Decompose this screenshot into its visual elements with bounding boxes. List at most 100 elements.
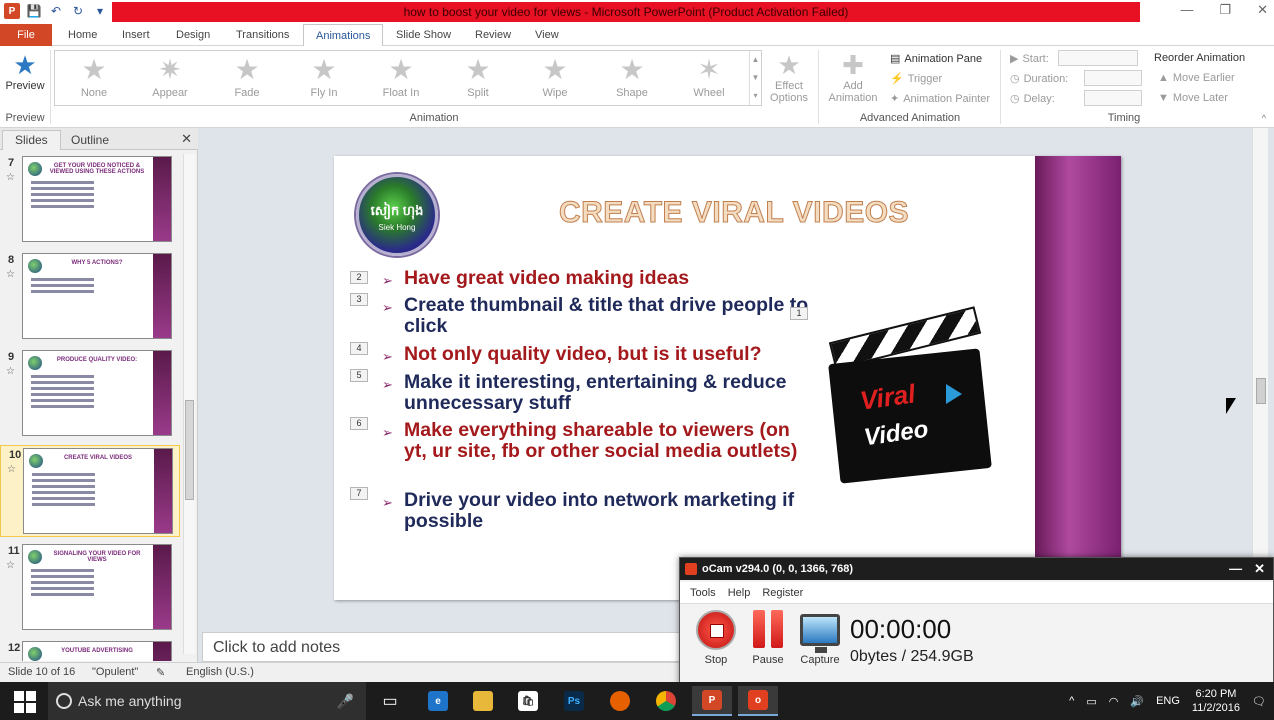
duration-spinner[interactable] bbox=[1084, 70, 1142, 86]
slides-scroll-thumb[interactable] bbox=[185, 400, 194, 500]
add-animation-button[interactable]: ✚ Add Animation bbox=[824, 50, 882, 104]
bullet-item[interactable]: ➢ Have great video making ideas bbox=[382, 268, 814, 289]
delay-spinner[interactable] bbox=[1084, 90, 1142, 106]
animation-pane-label: Animation Pane bbox=[904, 52, 983, 65]
slide-thumb-7[interactable]: 7 ☆ GET YOUR VIDEO NOTICED & VIEWED USING… bbox=[0, 154, 180, 246]
anim-label: Wipe bbox=[542, 87, 568, 99]
close-pane-icon[interactable]: ✕ bbox=[181, 131, 192, 147]
trigger-button[interactable]: ⚡ Trigger bbox=[890, 72, 942, 86]
clock[interactable]: 6:20 PM 11/2/2016 bbox=[1192, 687, 1240, 715]
volume-icon[interactable]: 🔊 bbox=[1130, 695, 1144, 708]
tab-file[interactable]: File bbox=[0, 24, 52, 46]
bullet-item[interactable]: ➢ Make it interesting, entertaining & red… bbox=[382, 372, 814, 414]
anim-none[interactable]: ★ None bbox=[59, 53, 129, 99]
ocam-taskbar-icon[interactable]: o bbox=[738, 686, 778, 716]
close-icon[interactable]: ✕ bbox=[1254, 558, 1265, 580]
tab-design[interactable]: Design bbox=[164, 24, 222, 46]
anim-label: Float In bbox=[382, 87, 420, 99]
language-indicator[interactable]: English (U.S.) bbox=[186, 666, 254, 678]
tab-view[interactable]: View bbox=[523, 24, 571, 46]
redo-icon[interactable]: ↻ bbox=[70, 3, 86, 19]
stop-button[interactable]: Stop bbox=[692, 610, 740, 666]
slide-title[interactable]: CREATE VIRAL VIDEOS bbox=[534, 196, 934, 230]
anim-appear[interactable]: ✷ Appear bbox=[135, 53, 205, 99]
photoshop-icon[interactable]: Ps bbox=[554, 686, 594, 716]
capture-button[interactable]: Capture bbox=[796, 610, 844, 666]
task-view-icon[interactable]: ▭ bbox=[370, 686, 410, 716]
tab-insert[interactable]: Insert bbox=[110, 24, 162, 46]
star-icon: ★ bbox=[542, 54, 568, 85]
collapse-ribbon-icon[interactable]: ^ bbox=[1262, 113, 1266, 123]
anim-split[interactable]: ★ Split bbox=[443, 53, 513, 99]
customize-qat-icon[interactable]: ▾ bbox=[92, 3, 108, 19]
anim-fly-in[interactable]: ★ Fly In bbox=[289, 53, 359, 99]
slide-thumb-8[interactable]: 8 ☆ WHY 5 ACTIONS? bbox=[0, 251, 180, 343]
restore-icon[interactable]: ❐ bbox=[1219, 2, 1231, 18]
bullet-item[interactable]: ➢ Not only quality video, but is it usefu… bbox=[382, 344, 814, 365]
slide-scroll-thumb[interactable] bbox=[1256, 378, 1266, 404]
divider bbox=[50, 50, 51, 124]
anim-fade[interactable]: ★ Fade bbox=[212, 53, 282, 99]
slide-number: 11 bbox=[8, 545, 20, 557]
animation-painter-button[interactable]: ✦ Animation Painter bbox=[890, 92, 990, 106]
notes-pane[interactable]: Click to add notes bbox=[202, 632, 682, 662]
chrome-icon[interactable] bbox=[646, 686, 686, 716]
bullet-item[interactable]: ➢ Create thumbnail & title that drive peo… bbox=[382, 295, 814, 337]
anim-wipe[interactable]: ★ Wipe bbox=[520, 53, 590, 99]
powerpoint-taskbar-icon[interactable]: P bbox=[692, 686, 732, 716]
windows-start-icon[interactable] bbox=[14, 691, 36, 713]
spellcheck-icon[interactable]: ✎ bbox=[156, 666, 165, 679]
slide-thumb-9[interactable]: 9 ☆ PRODUCE QUALITY VIDEO: bbox=[0, 348, 180, 440]
tab-slide-show[interactable]: Slide Show bbox=[384, 24, 463, 46]
tab-outline[interactable]: Outline bbox=[58, 130, 122, 150]
slide-thumb-10[interactable]: 10 ☆ CREATE VIRAL VIDEOS bbox=[0, 445, 180, 537]
show-hidden-icons[interactable]: ^ bbox=[1069, 695, 1074, 707]
current-slide[interactable]: សៀក ហុង Siek Hong CREATE VIRAL VIDEOS 2 … bbox=[334, 156, 1121, 600]
move-later-button[interactable]: ▼ Move Later bbox=[1158, 92, 1228, 104]
anim-float-in[interactable]: ★ Float In bbox=[366, 53, 436, 99]
slides-scrollbar[interactable] bbox=[183, 154, 195, 654]
minimize-icon[interactable]: — bbox=[1180, 2, 1193, 18]
cortana-search-box[interactable]: Ask me anything 🎤 bbox=[48, 682, 366, 720]
tab-home[interactable]: Home bbox=[56, 24, 109, 46]
firefox-icon[interactable] bbox=[600, 686, 640, 716]
microphone-icon[interactable]: 🎤 bbox=[337, 682, 354, 720]
bullet-item[interactable]: ➢ Make everything shareable to viewers (o… bbox=[382, 420, 814, 462]
store-icon[interactable]: 🛍 bbox=[508, 686, 548, 716]
minimize-icon[interactable]: — bbox=[1229, 558, 1242, 580]
preview-button[interactable]: ★ Preview bbox=[4, 50, 46, 92]
tab-transitions[interactable]: Transitions bbox=[224, 24, 301, 46]
bullet-item[interactable]: ➢ Drive your video into network marketing… bbox=[382, 490, 814, 532]
gallery-scroll[interactable]: ▲ ▼ ▾ bbox=[749, 51, 761, 105]
move-earlier-button[interactable]: ▲ Move Earlier bbox=[1158, 72, 1235, 84]
undo-icon[interactable]: ↶ bbox=[48, 3, 64, 19]
tab-review[interactable]: Review bbox=[463, 24, 523, 46]
theme-name[interactable]: "Opulent" bbox=[92, 666, 138, 678]
quick-access-toolbar: P 💾 ↶ ↻ ▾ bbox=[4, 3, 108, 19]
clapperboard-image[interactable]: Viral Video bbox=[824, 306, 994, 486]
anim-wheel[interactable]: ✶ Wheel bbox=[674, 53, 744, 99]
tab-animations[interactable]: Animations bbox=[303, 24, 384, 46]
clock-date: 11/2/2016 bbox=[1191, 702, 1241, 714]
pause-button[interactable]: Pause bbox=[744, 610, 792, 666]
search-placeholder: Ask me anything bbox=[78, 693, 182, 709]
animation-pane-button[interactable]: ▤ Animation Pane bbox=[890, 52, 983, 66]
edge-icon[interactable]: e bbox=[418, 686, 458, 716]
close-icon[interactable]: ✕ bbox=[1257, 2, 1268, 18]
save-icon[interactable]: 💾 bbox=[26, 3, 42, 19]
language-tray[interactable]: ENG bbox=[1156, 695, 1180, 707]
action-center-icon[interactable]: 🗨 bbox=[1252, 695, 1266, 708]
effect-options-button[interactable]: ★ Effect Options bbox=[766, 50, 812, 104]
tab-slides[interactable]: Slides bbox=[2, 130, 61, 150]
start-dropdown[interactable] bbox=[1058, 50, 1138, 66]
file-explorer-icon[interactable] bbox=[463, 686, 503, 716]
animation-order-badge: 1 bbox=[790, 307, 808, 320]
anim-shape[interactable]: ★ Shape bbox=[597, 53, 667, 99]
menu-tools[interactable]: Tools bbox=[690, 582, 716, 603]
battery-icon[interactable]: ▭ bbox=[1086, 695, 1096, 708]
wifi-icon[interactable]: ◠ bbox=[1109, 695, 1119, 708]
slide-thumb-12[interactable]: 12 YOUTUBE ADVERTISING bbox=[0, 639, 180, 661]
menu-help[interactable]: Help bbox=[728, 582, 751, 603]
slide-thumb-11[interactable]: 11 ☆ SIGNALING YOUR VIDEO FOR VIEWS bbox=[0, 542, 180, 634]
menu-register[interactable]: Register bbox=[762, 582, 803, 603]
